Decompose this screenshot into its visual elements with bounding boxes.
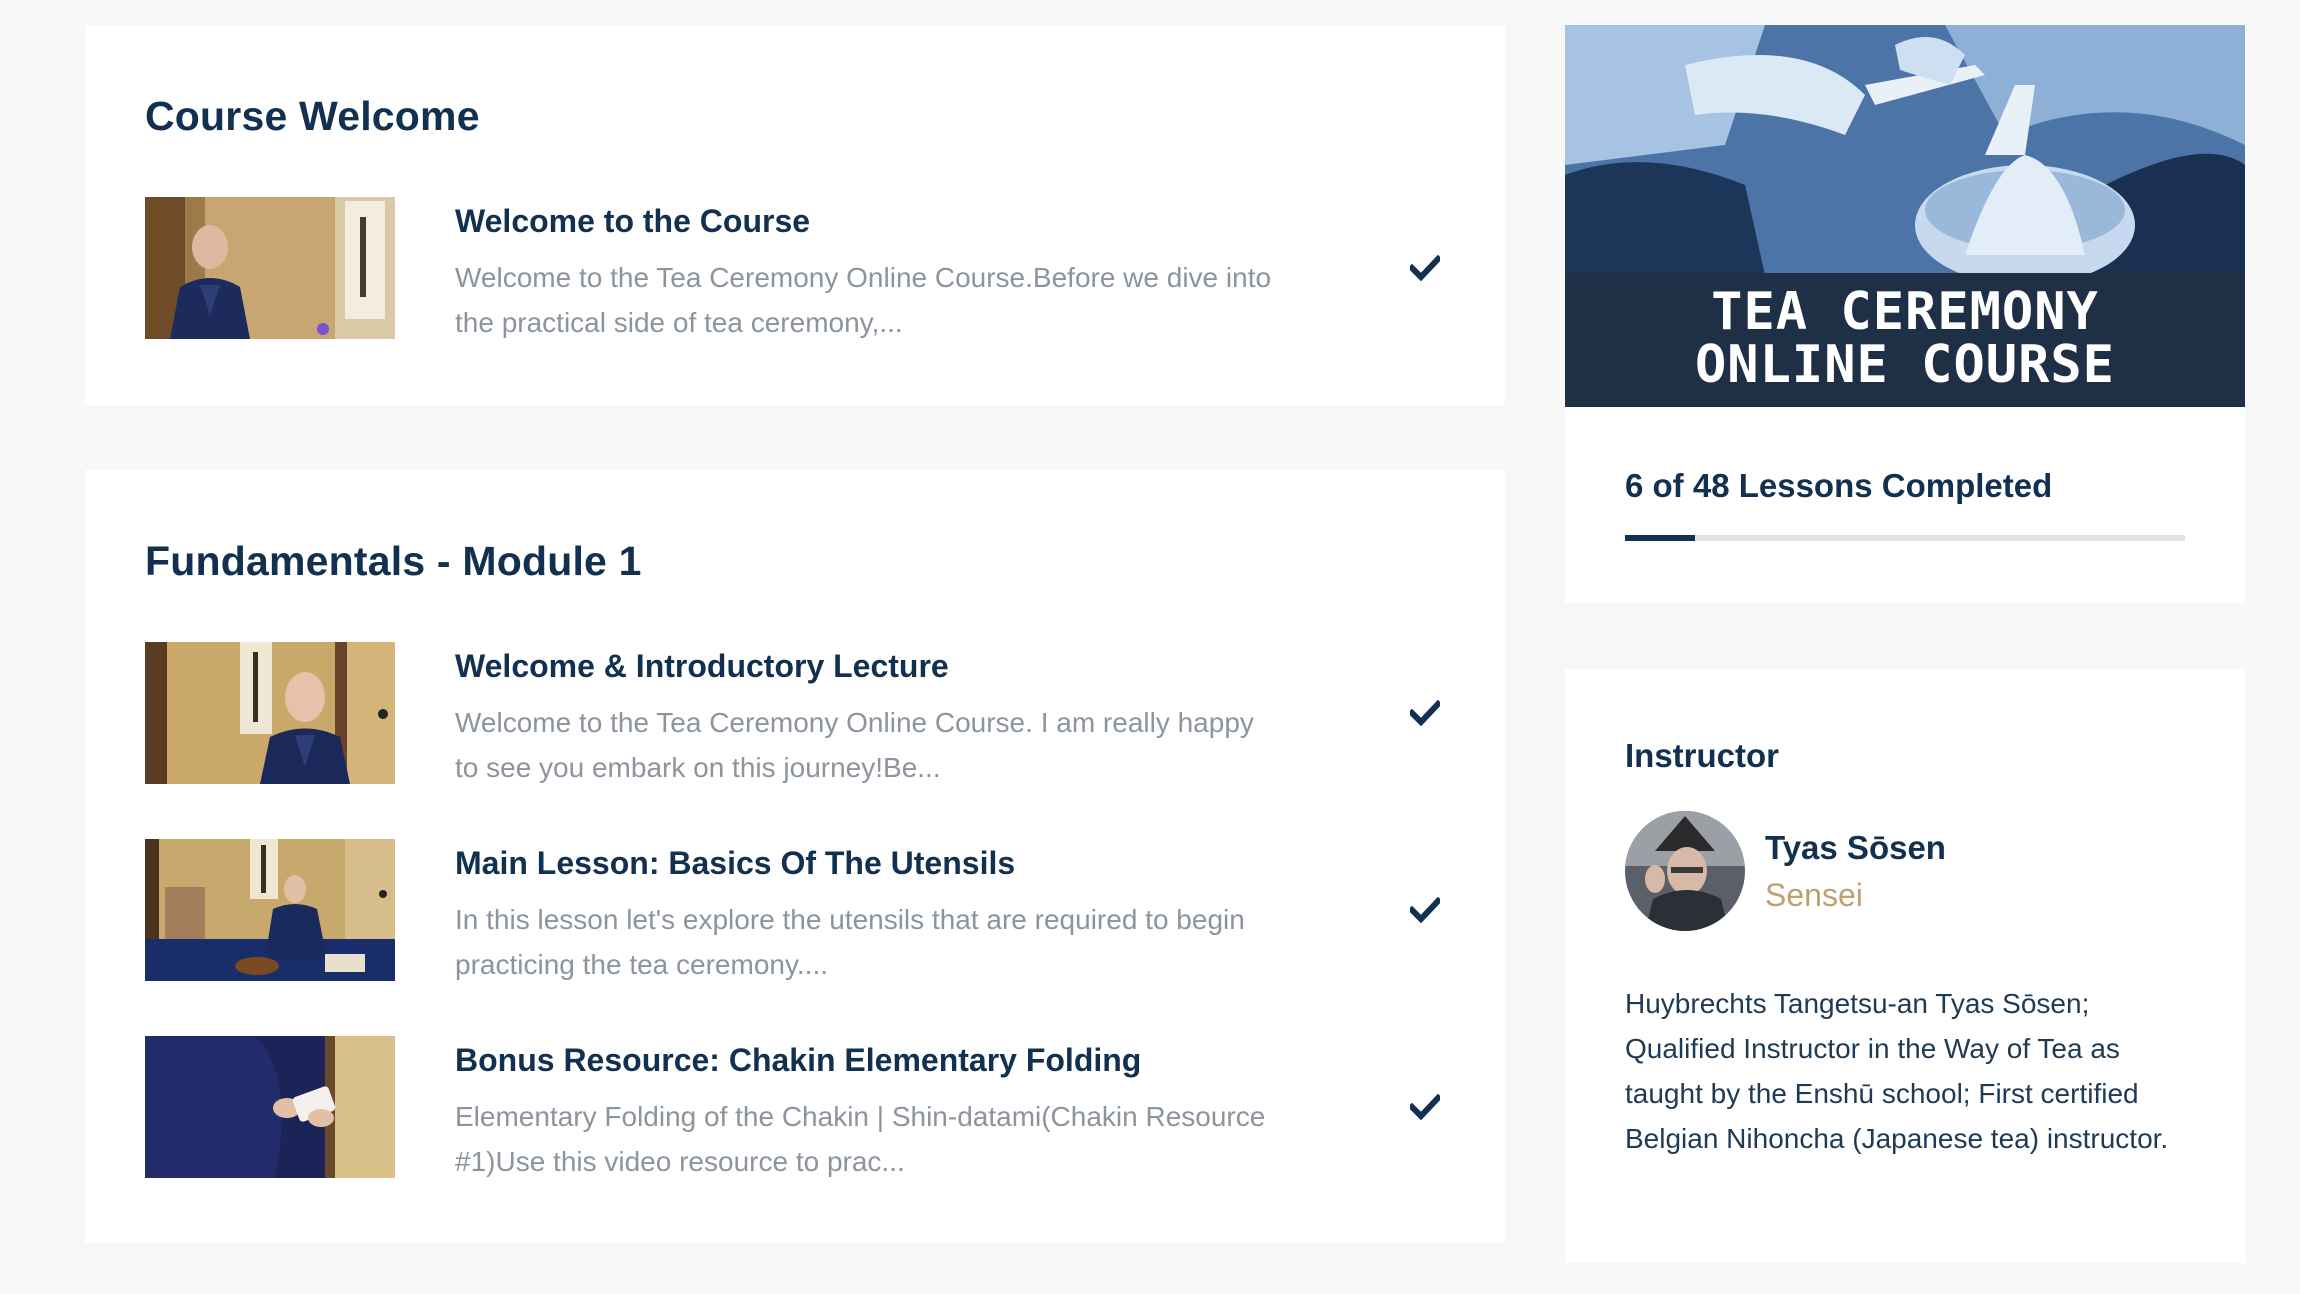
lesson-title[interactable]: Welcome to the Course	[455, 203, 810, 240]
lesson-title[interactable]: Main Lesson: Basics Of The Utensils	[455, 845, 1015, 882]
lesson-item[interactable]: Main Lesson: Basics Of The Utensils In t…	[145, 839, 1445, 981]
lesson-item[interactable]: Welcome & Introductory Lecture Welcome t…	[145, 642, 1445, 784]
checkmark-icon	[1410, 897, 1440, 923]
lesson-thumbnail[interactable]	[145, 642, 395, 784]
lesson-item[interactable]: Bonus Resource: Chakin Elementary Foldin…	[145, 1036, 1445, 1178]
module-title: Course Welcome	[145, 93, 480, 139]
instructor-heading: Instructor	[1625, 737, 1780, 774]
lesson-title[interactable]: Bonus Resource: Chakin Elementary Foldin…	[455, 1042, 1141, 1079]
video-thumbnail-image	[145, 839, 395, 981]
video-thumbnail-image	[145, 197, 395, 339]
lesson-thumbnail[interactable]	[145, 1036, 395, 1178]
lesson-excerpt: Welcome to the Tea Ceremony Online Cours…	[455, 262, 1272, 338]
video-thumbnail-image	[145, 1036, 395, 1178]
progress-bar-fill	[1625, 535, 1695, 541]
avatar[interactable]	[1625, 811, 1745, 931]
lesson-excerpt: Welcome to the Tea Ceremony Online Cours…	[455, 707, 1254, 783]
lesson-thumbnail[interactable]	[145, 197, 395, 339]
banner-title-line2: ONLINE COURSE	[1695, 335, 2115, 395]
module-title: Fundamentals - Module 1	[145, 538, 642, 584]
lesson-title[interactable]: Welcome & Introductory Lecture	[455, 648, 949, 685]
instructor-bio: Huybrechts Tangetsu-an Tyas Sōsen; Quali…	[1625, 988, 2169, 1154]
instructor-avatar-image	[1625, 811, 1745, 931]
instructor-role: Sensei	[1765, 877, 1863, 913]
course-banner[interactable]: TEA CEREMONY ONLINE COURSE	[1565, 25, 2245, 407]
progress-label: 6 of 48 Lessons Completed	[1625, 467, 2053, 504]
instructor-card: Instructor Tyas Sōsen Sensei Huybrechts …	[1565, 669, 2245, 1263]
instructor-name[interactable]: Tyas Sōsen	[1765, 829, 1946, 867]
video-thumbnail-image	[145, 642, 395, 784]
banner-title-line1: TEA CEREMONY	[1711, 282, 2099, 342]
course-progress-card: TEA CEREMONY ONLINE COURSE 6 of 48 Lesso…	[1565, 25, 2245, 603]
module-card-fundamentals: Fundamentals - Module 1 Welcome & Introd…	[85, 470, 1505, 1243]
lesson-item[interactable]: Welcome to the Course Welcome to the Tea…	[145, 197, 1445, 339]
progress-section: 6 of 48 Lessons Completed	[1565, 407, 2245, 603]
lesson-excerpt: In this lesson let's explore the utensil…	[455, 904, 1245, 980]
module-card-course-welcome: Course Welcome Welcome to the Course Wel…	[85, 25, 1505, 405]
progress-bar-track	[1625, 535, 2185, 541]
lesson-thumbnail[interactable]	[145, 839, 395, 981]
checkmark-icon	[1410, 255, 1440, 281]
checkmark-icon	[1410, 1094, 1440, 1120]
lesson-excerpt: Elementary Folding of the Chakin | Shin-…	[455, 1101, 1266, 1177]
checkmark-icon	[1410, 700, 1440, 726]
